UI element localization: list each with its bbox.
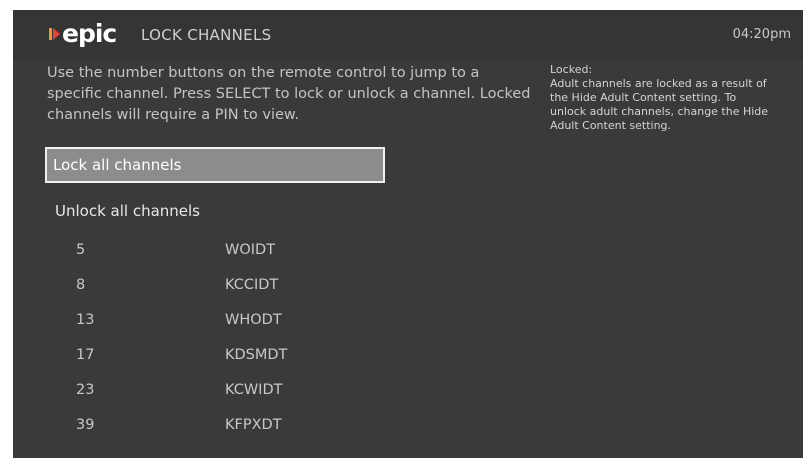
info-title: Locked: xyxy=(550,63,593,76)
play-arrow-icon xyxy=(49,26,60,42)
info-body: Adult channels are locked as a result of… xyxy=(550,77,769,132)
epic-logo: epic xyxy=(49,19,117,48)
channel-name: WHODT xyxy=(225,312,282,328)
channel-row[interactable]: 13 WHODT xyxy=(13,304,533,339)
header-bar: epic LOCK CHANNELS 04:20pm xyxy=(13,10,803,60)
clock: 04:20pm xyxy=(732,27,791,42)
channel-number: 13 xyxy=(76,312,95,328)
instructions-text: Use the number buttons on the remote con… xyxy=(47,65,531,123)
channel-name: WOIDT xyxy=(225,242,276,258)
channel-list: 5 WOIDT 8 KCCIDT 13 WHODT 17 KDSMDT 23 K… xyxy=(13,234,533,444)
channel-name: KCCIDT xyxy=(225,277,279,293)
channel-name: KCWIDT xyxy=(225,382,283,398)
channel-row[interactable]: 39 KFPXDT xyxy=(13,409,533,444)
tv-screen: epic LOCK CHANNELS 04:20pm Use the numbe… xyxy=(13,10,803,458)
page-title: LOCK CHANNELS xyxy=(141,26,272,44)
channel-number: 17 xyxy=(76,347,95,363)
channel-row[interactable]: 23 KCWIDT xyxy=(13,374,533,409)
channel-name: KDSMDT xyxy=(225,347,288,363)
channel-row[interactable]: 8 KCCIDT xyxy=(13,269,533,304)
channel-row[interactable]: 17 KDSMDT xyxy=(13,339,533,374)
info-panel: Locked: Adult channels are locked as a r… xyxy=(550,63,770,133)
channel-number: 5 xyxy=(76,242,86,258)
lock-all-channels-button[interactable]: Lock all channels xyxy=(45,147,385,183)
channel-number: 23 xyxy=(76,382,95,398)
channel-number: 8 xyxy=(76,277,86,293)
unlock-all-channels-button[interactable]: Unlock all channels xyxy=(55,202,200,220)
channel-row[interactable]: 5 WOIDT xyxy=(13,234,533,269)
channel-name: KFPXDT xyxy=(225,417,282,433)
channel-number: 39 xyxy=(76,417,95,433)
logo-text: epic xyxy=(62,19,117,48)
